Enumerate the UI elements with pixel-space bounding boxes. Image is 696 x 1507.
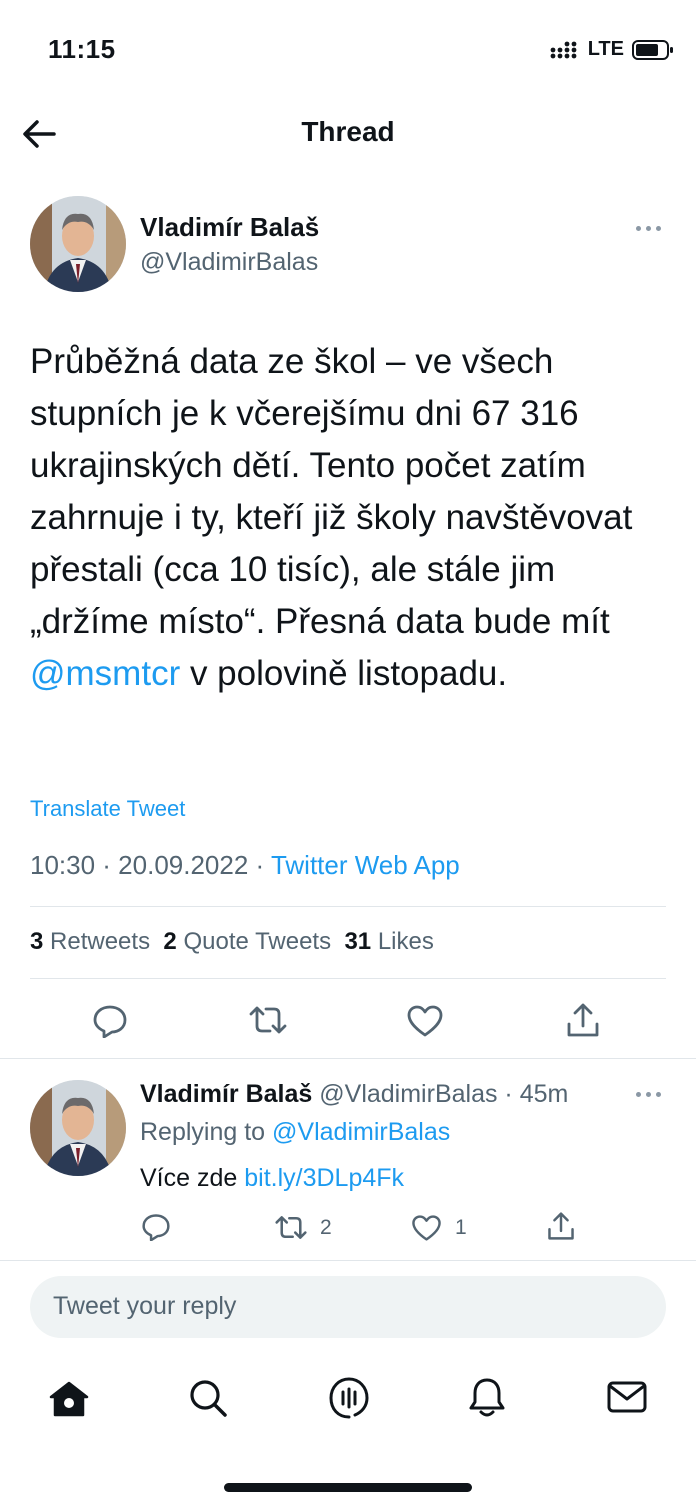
reply-like-count: 1 bbox=[455, 1216, 467, 1239]
translate-link[interactable]: Translate Tweet bbox=[30, 796, 185, 822]
divider bbox=[0, 1260, 696, 1261]
reply-handle-time[interactable]: @VladimirBalas · 45m bbox=[319, 1080, 568, 1108]
reply-more-options-icon[interactable] bbox=[636, 1092, 661, 1097]
status-indicators: LTE bbox=[550, 38, 674, 61]
reply-retweet-count: 2 bbox=[320, 1216, 332, 1239]
quotes-count: 2 bbox=[163, 928, 177, 955]
mention-link[interactable]: @msmtcr bbox=[30, 654, 180, 693]
tweet-text: Průběžná data ze škol – ve všech stupníc… bbox=[30, 336, 680, 700]
tweet-meta: 10:30 · 20.09.2022 · Twitter Web App bbox=[30, 850, 460, 881]
notifications-icon[interactable] bbox=[468, 1376, 506, 1418]
reply-like-icon[interactable] bbox=[411, 1214, 442, 1242]
avatar[interactable] bbox=[30, 196, 126, 292]
replying-to-link[interactable]: @VladimirBalas bbox=[272, 1118, 450, 1146]
likes-count: 31 bbox=[344, 928, 372, 955]
network-type: LTE bbox=[587, 38, 624, 60]
tweet-text-part: Průběžná data ze škol – ve všech stupníc… bbox=[30, 342, 633, 641]
likes-stat[interactable]: 31 Likes bbox=[344, 928, 433, 955]
spaces-icon[interactable] bbox=[328, 1376, 370, 1420]
timestamp: 10:30 · 20.09.2022 · bbox=[30, 850, 271, 880]
reply-share-icon[interactable] bbox=[547, 1211, 575, 1241]
reply-link[interactable]: bit.ly/3DLp4Fk bbox=[244, 1164, 404, 1192]
reply-icon[interactable] bbox=[92, 1004, 128, 1038]
home-indicator bbox=[224, 1483, 472, 1492]
search-icon[interactable] bbox=[188, 1378, 228, 1418]
like-icon[interactable] bbox=[406, 1004, 444, 1038]
reply-author-name[interactable]: Vladimír Balaš bbox=[140, 1080, 312, 1108]
quotes-stat[interactable]: 2 Quote Tweets bbox=[163, 928, 331, 955]
reply-reply-icon[interactable] bbox=[141, 1213, 171, 1241]
retweets-stat[interactable]: 3 Retweets bbox=[30, 928, 150, 955]
likes-label: Likes bbox=[377, 928, 434, 955]
retweets-label: Retweets bbox=[50, 928, 151, 955]
reply-input-placeholder: Tweet your reply bbox=[53, 1292, 237, 1320]
replying-prefix: Replying to bbox=[140, 1118, 273, 1146]
divider bbox=[30, 978, 666, 979]
retweet-icon[interactable] bbox=[248, 1004, 288, 1036]
more-options-icon[interactable] bbox=[636, 226, 661, 231]
share-icon[interactable] bbox=[566, 1002, 600, 1038]
page-title: Thread bbox=[301, 116, 395, 147]
author-handle[interactable]: @VladimirBalas bbox=[140, 248, 318, 277]
battery-icon bbox=[632, 39, 673, 60]
home-icon[interactable] bbox=[48, 1380, 90, 1418]
replying-to: Replying to @VladimirBalas bbox=[140, 1118, 450, 1147]
reply-text-part: Více zde bbox=[140, 1164, 245, 1192]
reply-retweet-icon[interactable] bbox=[274, 1214, 308, 1241]
tweet-text-part: v polovině listopadu. bbox=[180, 654, 508, 693]
divider bbox=[0, 1058, 696, 1059]
quotes-label: Quote Tweets bbox=[183, 928, 332, 955]
retweets-count: 3 bbox=[30, 928, 44, 955]
signal-icon bbox=[550, 41, 577, 58]
source-link[interactable]: Twitter Web App bbox=[271, 850, 460, 880]
status-time: 11:15 bbox=[48, 34, 116, 64]
engagement-stats: 3 Retweets 2 Quote Tweets 31 Likes bbox=[30, 928, 434, 956]
reply-text: Více zde bit.ly/3DLp4Fk bbox=[140, 1164, 404, 1193]
divider bbox=[30, 906, 666, 907]
messages-icon[interactable] bbox=[606, 1380, 648, 1414]
reply-header: Vladimír Balaš @VladimirBalas · 45m bbox=[140, 1080, 568, 1109]
author-name[interactable]: Vladimír Balaš bbox=[140, 212, 319, 243]
reply-avatar[interactable] bbox=[30, 1080, 126, 1176]
